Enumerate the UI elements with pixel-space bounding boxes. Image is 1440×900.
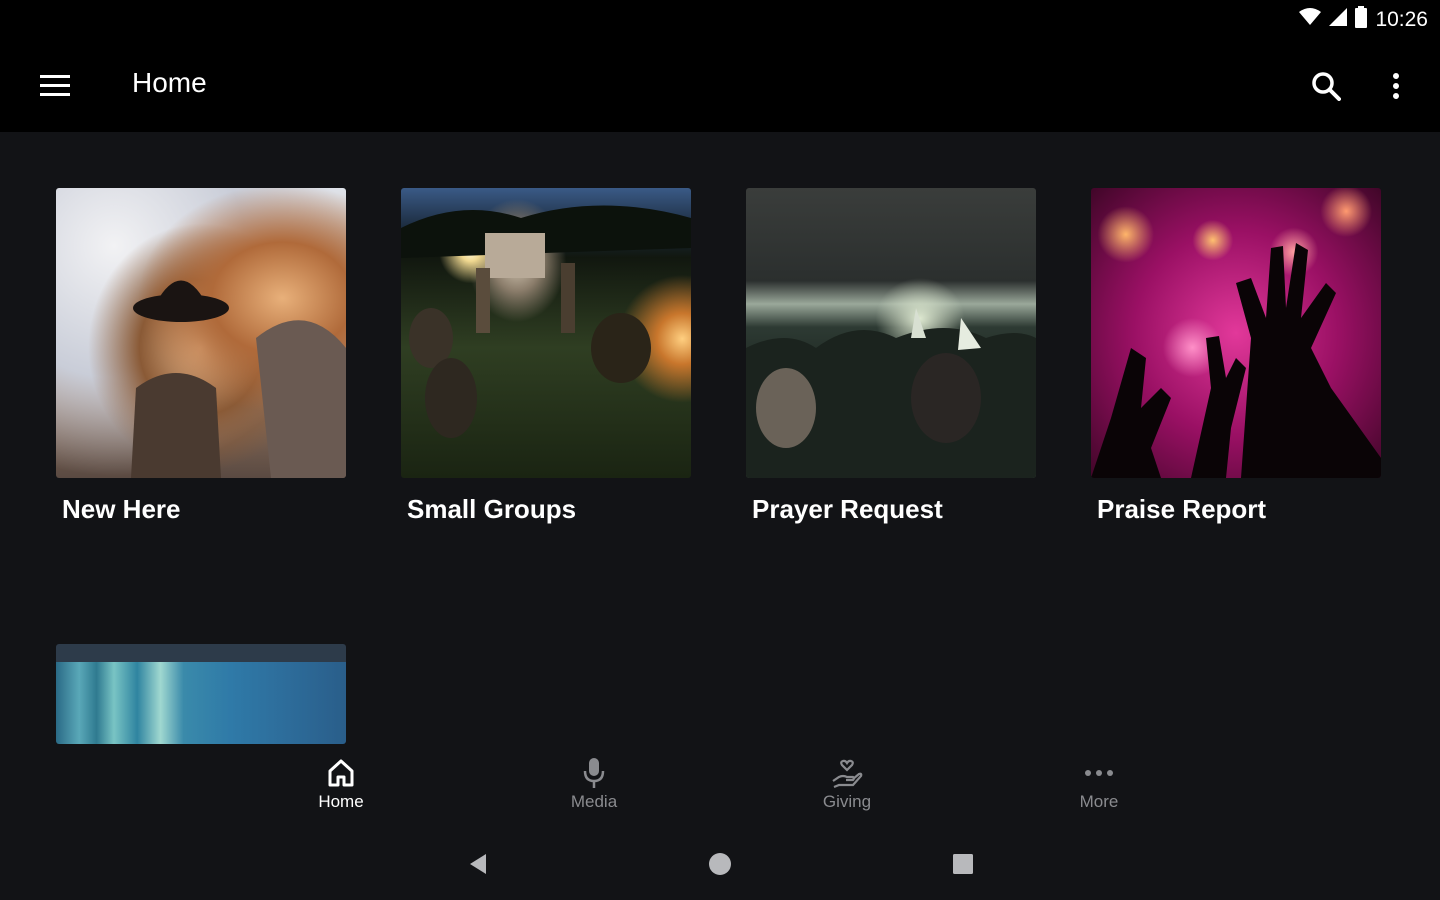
praise-report-image bbox=[1091, 188, 1381, 478]
more-vertical-icon bbox=[1393, 73, 1399, 99]
hamburger-menu-icon bbox=[40, 75, 70, 96]
system-back-button[interactable] bbox=[458, 848, 498, 880]
app-bar: Home bbox=[0, 40, 1440, 132]
nav-home[interactable]: Home bbox=[281, 756, 401, 812]
giving-hand-icon bbox=[832, 759, 863, 789]
tile-fifth[interactable] bbox=[56, 644, 346, 744]
tile-prayer-request[interactable]: Prayer Request bbox=[746, 188, 1036, 525]
search-button[interactable] bbox=[1300, 62, 1352, 110]
nav-label: Media bbox=[570, 792, 618, 811]
cell-signal-icon bbox=[1329, 8, 1348, 32]
tile-label: New Here bbox=[62, 494, 181, 524]
system-recents-button[interactable] bbox=[943, 848, 983, 880]
prayer-request-image bbox=[746, 188, 1036, 478]
tile-small-groups[interactable]: Small Groups bbox=[401, 188, 691, 525]
nav-label: More bbox=[1079, 792, 1119, 811]
tile-new-here[interactable]: New Here bbox=[56, 188, 346, 525]
nav-giving[interactable]: Giving bbox=[787, 756, 907, 812]
nav-more[interactable]: More bbox=[1039, 756, 1159, 812]
menu-button[interactable] bbox=[26, 66, 82, 106]
home-circle-icon bbox=[709, 853, 731, 875]
microphone-icon bbox=[583, 758, 605, 788]
system-home-button[interactable] bbox=[700, 848, 740, 880]
status-icons: 10:26 bbox=[1299, 6, 1428, 34]
status-time: 10:26 bbox=[1375, 8, 1428, 31]
tile-praise-report[interactable]: Praise Report bbox=[1091, 188, 1381, 525]
new-here-image bbox=[56, 188, 346, 478]
search-icon bbox=[1312, 72, 1341, 101]
status-bar: 10:26 bbox=[0, 0, 1440, 40]
bottom-navigation: Home Media Giving More bbox=[0, 744, 1440, 828]
battery-icon bbox=[1355, 6, 1368, 34]
tile-label: Prayer Request bbox=[752, 494, 943, 524]
nav-label: Home bbox=[318, 792, 364, 811]
tile-label: Praise Report bbox=[1097, 494, 1267, 524]
page-title: Home bbox=[132, 67, 207, 98]
small-groups-image bbox=[401, 188, 691, 478]
more-horizontal-icon bbox=[1085, 770, 1113, 776]
home-icon bbox=[328, 759, 354, 787]
recents-square-icon bbox=[953, 854, 973, 874]
nav-media[interactable]: Media bbox=[534, 756, 654, 812]
fifth-tile-image bbox=[56, 644, 346, 744]
system-navigation-bar bbox=[0, 828, 1440, 900]
wifi-icon bbox=[1299, 8, 1322, 32]
overflow-menu-button[interactable] bbox=[1378, 62, 1414, 110]
home-content-grid: New Here Small Groups Prayer Request Pra… bbox=[0, 132, 1440, 744]
back-triangle-icon bbox=[470, 854, 486, 874]
tile-label: Small Groups bbox=[407, 494, 577, 524]
nav-label: Giving bbox=[822, 792, 872, 811]
